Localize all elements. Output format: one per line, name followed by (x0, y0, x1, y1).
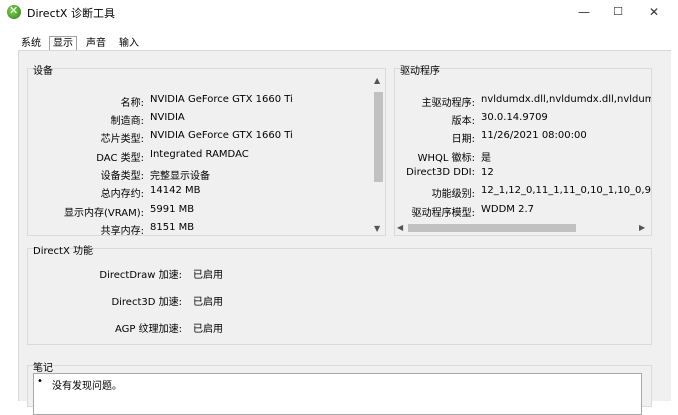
scroll-up-arrow-icon[interactable]: ▲ (374, 76, 380, 85)
maximize-button[interactable]: ☐ (605, 2, 631, 22)
tab-input[interactable]: 输入 (116, 37, 142, 51)
tab-bar: 系统 显示 声音 输入 (0, 24, 678, 51)
device-type-label: 设备类型: (100, 171, 144, 182)
directx-app-icon (7, 4, 21, 19)
device-manufacturer-value: NVIDIA (150, 112, 185, 123)
driver-main-value: nvldumdx.dll,nvldumdx.dll,nvldumdx.dll,n… (481, 94, 651, 105)
driver-scroll-thumb[interactable] (408, 224, 576, 232)
driver-group: 驱动程序 主驱动程序: nvldumdx.dll,nvldumdx.dll,nv… (394, 66, 652, 236)
directdraw-accel-value: 已启用 (193, 270, 223, 281)
device-scroll-thumb[interactable] (374, 92, 383, 182)
directdraw-accel-label: DirectDraw 加速: (99, 270, 182, 281)
device-type-value: 完整显示设备 (150, 171, 210, 182)
device-total-memory-label: 总内存约: (100, 189, 144, 200)
directx-features-title: DirectX 功能 (33, 246, 93, 257)
scroll-right-arrow-icon[interactable]: ▶ (639, 223, 645, 232)
device-name-value: NVIDIA GeForce GTX 1660 Ti (150, 94, 293, 105)
device-name-label: 名称: (120, 98, 144, 109)
driver-date-label: 日期: (451, 134, 475, 145)
driver-group-title: 驱动程序 (400, 66, 440, 77)
device-total-memory-value: 14142 MB (150, 185, 201, 196)
notes-group: 笔记 • 没有发现问题。 (27, 363, 652, 415)
window-title: DirectX 诊断工具 (27, 7, 115, 20)
notes-textbox[interactable]: • 没有发现问题。 (33, 373, 642, 415)
driver-version-label: 版本: (451, 116, 475, 127)
driver-model-label: 驱动程序模型: (411, 208, 475, 219)
device-vram-label: 显示内存(VRAM): (63, 208, 144, 219)
driver-feature-levels-value: 12_1,12_0,11_1,11_0,10_1,10_0,9_3,9_ (481, 185, 651, 196)
device-shared-memory-value: 8151 MB (150, 222, 195, 233)
driver-ddi-label: Direct3D DDI: (406, 167, 475, 178)
driver-whql-value: 是 (481, 153, 491, 164)
display-tab-panel: 设备 名称: NVIDIA GeForce GTX 1660 Ti 制造商: N… (18, 50, 671, 415)
driver-model-value: WDDM 2.7 (481, 204, 534, 215)
driver-feature-levels-label: 功能级别: (431, 189, 475, 200)
device-group: 设备 名称: NVIDIA GeForce GTX 1660 Ti 制造商: N… (27, 66, 386, 237)
device-vram-value: 5991 MB (150, 204, 195, 215)
scroll-down-arrow-icon[interactable]: ▼ (374, 224, 380, 233)
driver-main-label: 主驱动程序: (421, 98, 475, 109)
tab-sound[interactable]: 声音 (83, 37, 109, 51)
direct3d-accel-value: 已启用 (193, 297, 223, 308)
driver-horizontal-scrollbar[interactable]: ◀ ▶ (395, 222, 651, 234)
minimize-button[interactable]: — (571, 2, 597, 22)
driver-date-value: 11/26/2021 08:00:00 (481, 130, 587, 141)
notes-text: 没有发现问题。 (52, 381, 122, 392)
driver-whql-label: WHQL 徽标: (417, 153, 475, 164)
direct3d-accel-label: Direct3D 加速: (111, 297, 182, 308)
scroll-left-arrow-icon[interactable]: ◀ (397, 223, 403, 232)
notes-bullet: • (37, 376, 43, 387)
device-manufacturer-label: 制造商: (110, 116, 144, 127)
device-chip-type-value: NVIDIA GeForce GTX 1660 Ti (150, 130, 293, 141)
agp-texture-accel-value: 已启用 (193, 324, 223, 335)
title-bar: DirectX 诊断工具 — ☐ ✕ (0, 0, 678, 24)
tab-system[interactable]: 系统 (18, 37, 44, 51)
driver-ddi-value: 12 (481, 167, 494, 178)
device-shared-memory-label: 共享内存: (100, 226, 144, 237)
tab-display[interactable]: 显示 (49, 36, 77, 51)
driver-version-value: 30.0.14.9709 (481, 112, 548, 123)
device-vertical-scrollbar[interactable]: ▲ ▼ (372, 76, 384, 234)
device-group-title: 设备 (33, 66, 53, 77)
device-dac-type-value: Integrated RAMDAC (150, 149, 249, 160)
directx-features-group: DirectX 功能 DirectDraw 加速: 已启用 Direct3D 加… (27, 246, 652, 345)
device-chip-type-label: 芯片类型: (100, 134, 144, 145)
close-button[interactable]: ✕ (641, 2, 667, 22)
device-dac-type-label: DAC 类型: (96, 153, 144, 164)
agp-texture-accel-label: AGP 纹理加速: (115, 324, 182, 335)
notes-title: 笔记 (33, 363, 53, 374)
